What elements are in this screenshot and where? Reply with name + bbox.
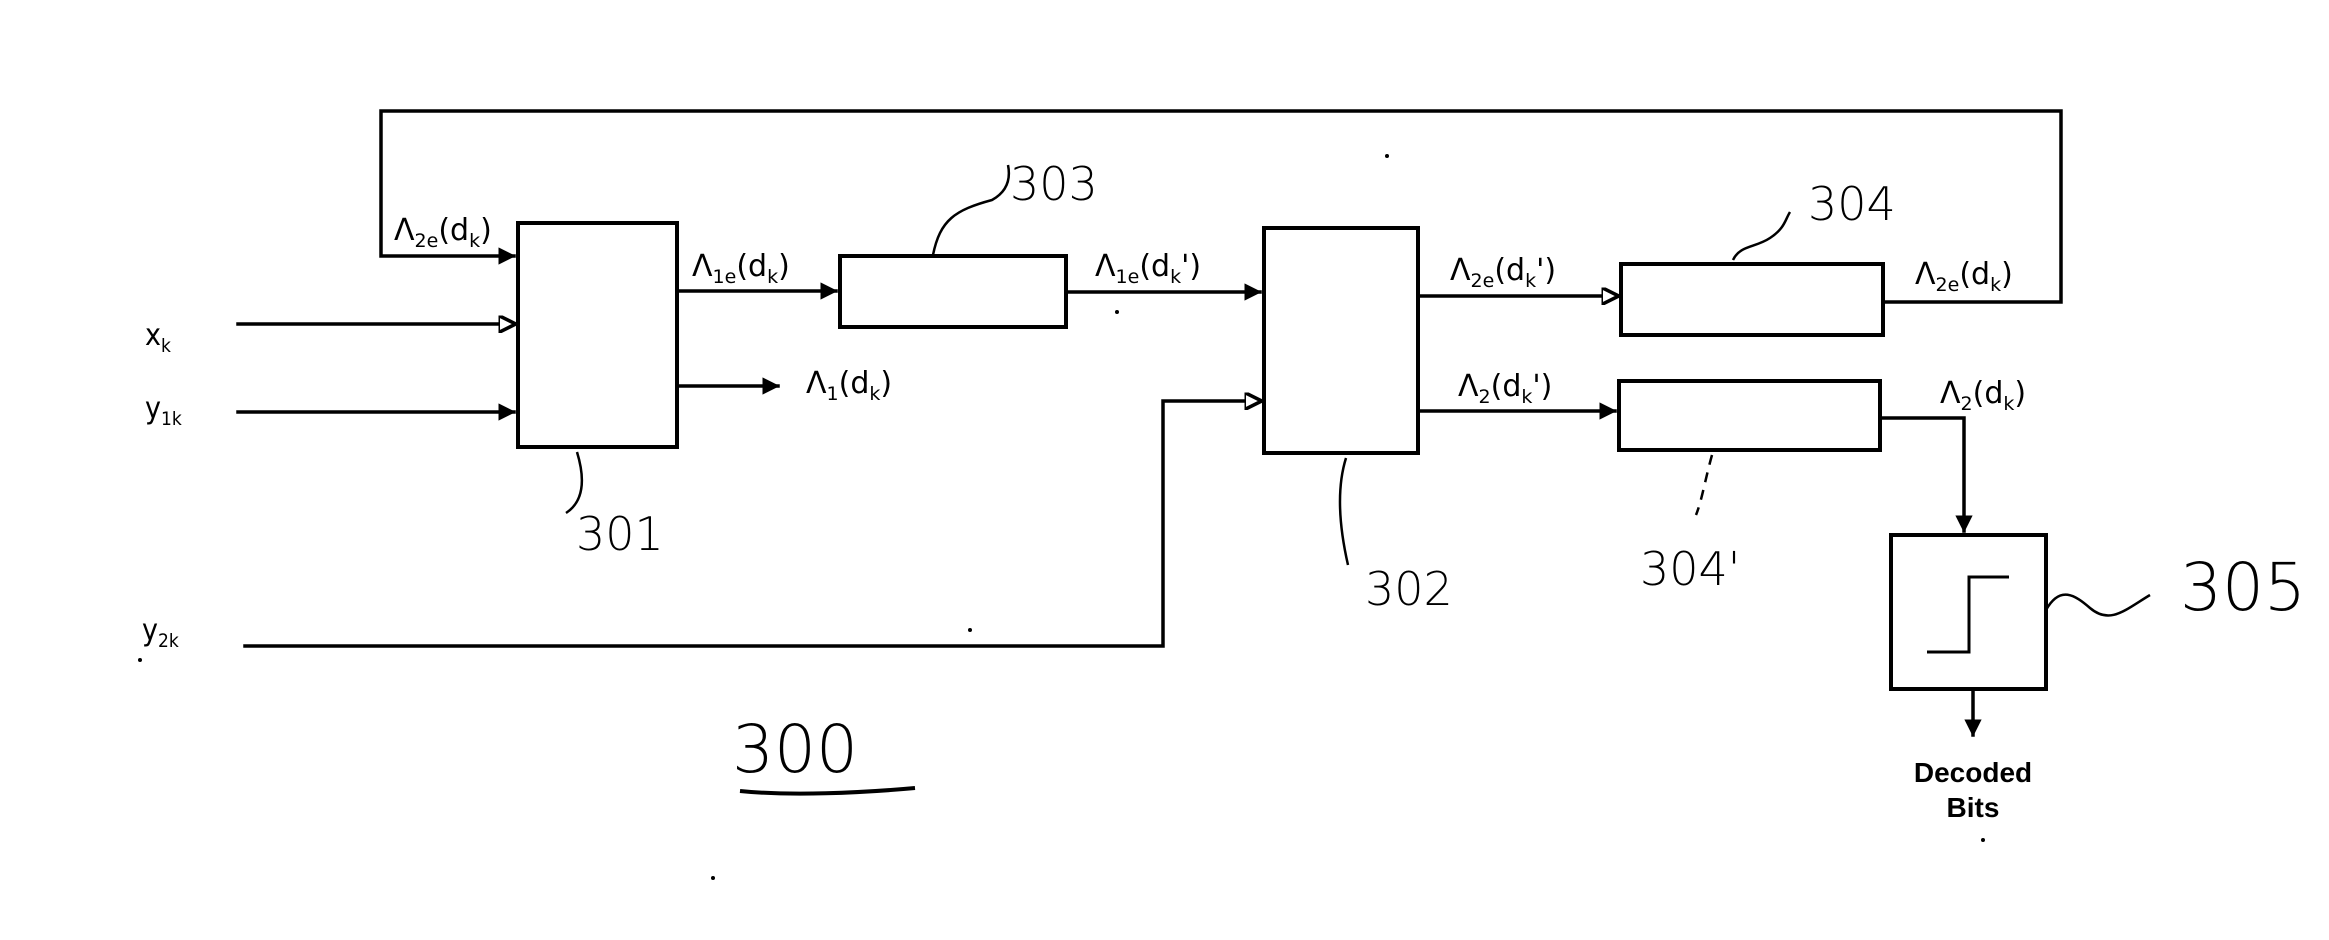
deint-extrinsic-label: Λ2e(dk) (1915, 257, 2013, 296)
ref-302-label: 302 (1365, 562, 1453, 616)
y2k-wire (243, 401, 1262, 648)
dec1-extrinsic-label: Λ1e(dk) (692, 249, 790, 288)
decoder-302-block (1262, 226, 1420, 455)
scan-speck (968, 628, 972, 632)
ref-304-label: 304 (1808, 177, 1896, 231)
scan-speck (711, 876, 715, 880)
ref-302-leader (1338, 457, 1350, 566)
feedback-in-label: Λ2e(dk) (394, 213, 492, 252)
deinterleaver-304p-block (1617, 379, 1882, 452)
deinterleaver-304-block (1619, 262, 1885, 337)
figure-number: 300 (732, 711, 858, 788)
ref-301-leader (565, 451, 584, 515)
ref-303-leader (931, 164, 1011, 256)
y2k-label: y2k (142, 613, 179, 652)
scan-speck (138, 658, 142, 662)
scan-speck (1981, 838, 1985, 842)
figure-number-underline (739, 786, 916, 796)
y1k-label: y1k (145, 391, 182, 430)
decoded-bits-label-line2: Bits (1947, 792, 2000, 823)
dec1-llr-label: Λ1(dk) (806, 366, 892, 405)
turbo-decoder-diagram: xk y1k y2k Λ2e(dk) Λ1e(dk) Λ1(dk) Λ1e(dk… (138, 109, 2306, 880)
ref-305-label: 305 (2180, 549, 2306, 626)
ref-304p-label: 304' (1640, 542, 1740, 596)
deinterleaver2-to-decision-wire (1878, 416, 1973, 533)
ref-304-leader (1731, 211, 1792, 261)
ref-304p-leader (1694, 454, 1714, 516)
decoder-301-block (516, 221, 679, 449)
dec2-extrinsic-label: Λ2e(dk') (1450, 253, 1556, 292)
interleaved-extrinsic-label: Λ1e(dk') (1095, 249, 1201, 288)
scan-speck (1385, 154, 1389, 158)
ref-305-leader (2044, 593, 2151, 617)
decoded-bits-label: Decoded (1914, 757, 2032, 788)
dec2-llr-label: Λ2(dk') (1458, 369, 1552, 408)
scan-speck (1115, 310, 1119, 314)
deint-llr-label: Λ2(dk) (1940, 376, 2026, 415)
interleaver-303-block (838, 254, 1068, 329)
ref-303-label: 303 (1010, 157, 1098, 211)
ref-301-label: 301 (576, 507, 664, 561)
xk-label: xk (145, 318, 171, 357)
